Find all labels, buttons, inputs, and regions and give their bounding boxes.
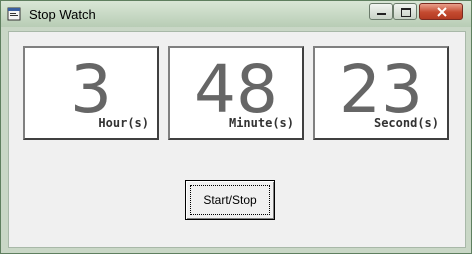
stopwatch-app-icon bbox=[7, 7, 21, 21]
start-stop-button[interactable]: Start/Stop bbox=[185, 180, 275, 220]
stopwatch-window: Stop Watch 3 Hour(s) 48 Minute(s) 23 Sec… bbox=[0, 0, 472, 254]
minimize-button[interactable] bbox=[369, 3, 393, 20]
window-title: Stop Watch bbox=[29, 7, 96, 22]
seconds-display: 23 Second(s) bbox=[313, 46, 449, 140]
client-area: 3 Hour(s) 48 Minute(s) 23 Second(s) Star… bbox=[8, 31, 466, 248]
hours-display: 3 Hour(s) bbox=[23, 46, 159, 140]
title-bar[interactable]: Stop Watch bbox=[1, 1, 471, 27]
close-icon bbox=[437, 7, 447, 17]
minutes-display: 48 Minute(s) bbox=[168, 46, 304, 140]
hours-unit-label: Hour(s) bbox=[98, 116, 149, 130]
close-button[interactable] bbox=[419, 3, 463, 20]
seconds-unit-label: Second(s) bbox=[373, 116, 439, 130]
maximize-button[interactable] bbox=[393, 3, 417, 20]
minutes-unit-label: Minute(s) bbox=[228, 116, 294, 130]
